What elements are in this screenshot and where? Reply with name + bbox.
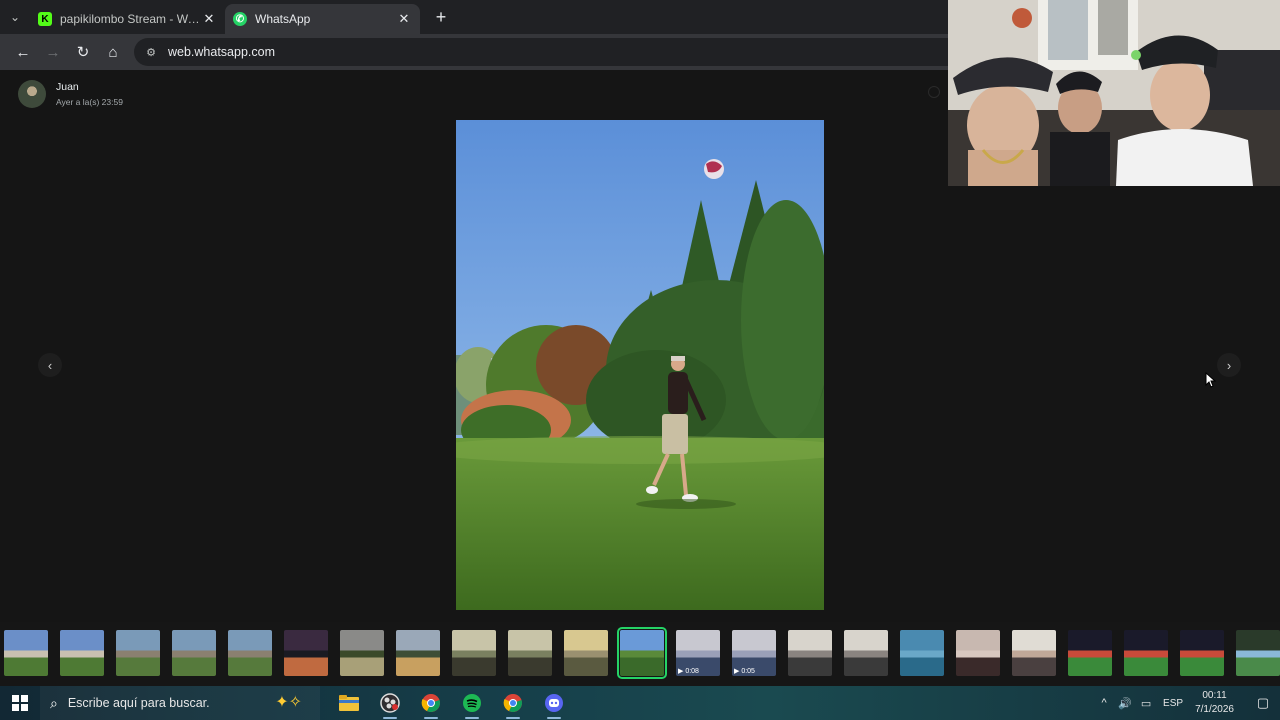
spotify-icon[interactable] bbox=[451, 686, 492, 720]
tab-kick[interactable]: K papikilombo Stream - Watch Li ✕ bbox=[30, 4, 225, 34]
chevron-up-icon[interactable]: ^ bbox=[1094, 697, 1114, 709]
tab-title: WhatsApp bbox=[255, 12, 311, 26]
discord-icon[interactable] bbox=[533, 686, 574, 720]
photo-thumbnail[interactable] bbox=[1180, 630, 1224, 676]
photo-thumbnail[interactable] bbox=[900, 630, 944, 676]
kick-icon: K bbox=[38, 12, 52, 26]
media-thumbnail-strip: ▶ 0:08 ▶ 0:05 bbox=[0, 622, 1280, 686]
video-thumbnail[interactable]: ▶ 0:05 bbox=[732, 630, 776, 676]
whatsapp-icon: ✆ bbox=[233, 12, 247, 26]
photo-thumbnail[interactable] bbox=[4, 630, 48, 676]
photo-thumbnail[interactable] bbox=[284, 630, 328, 676]
clock[interactable]: 00:11 7/1/2026 bbox=[1195, 689, 1234, 717]
forward-icon[interactable]: → bbox=[38, 37, 68, 67]
photo-thumbnail[interactable] bbox=[956, 630, 1000, 676]
media-photo bbox=[456, 120, 824, 610]
clock-date: 7/1/2026 bbox=[1195, 704, 1234, 715]
tab-whatsapp[interactable]: ✆ WhatsApp ✕ bbox=[225, 4, 420, 34]
video-duration: ▶ 0:08 bbox=[678, 668, 699, 675]
search-icon: ⌕ bbox=[50, 694, 58, 711]
notification-icon[interactable]: ▢ bbox=[1246, 695, 1280, 711]
windows-taskbar: ⌕ Escribe aquí para buscar. ✦✧ ^ 🔊 ▭ ESP… bbox=[0, 686, 1280, 720]
new-tab-icon[interactable]: + bbox=[426, 7, 456, 28]
sparkle-icon: ✦✧ bbox=[275, 694, 302, 711]
battery-icon[interactable]: ▭ bbox=[1136, 697, 1156, 710]
taskbar-search-input[interactable]: ⌕ Escribe aquí para buscar. ✦✧ bbox=[40, 686, 320, 720]
message-timestamp: Ayer a la(s) 23:59 bbox=[56, 97, 123, 107]
browser-toolbar: ← → ↻ ⌂ ⚙ web.whatsapp.com bbox=[0, 34, 948, 70]
system-tray: ^ 🔊 ▭ ESP 00:11 7/1/2026 ▢ bbox=[1094, 686, 1280, 720]
volume-icon[interactable]: 🔊 bbox=[1115, 697, 1135, 710]
next-media-button[interactable]: › bbox=[1217, 353, 1241, 377]
close-tab-icon[interactable]: ✕ bbox=[201, 11, 217, 27]
photo-thumbnail[interactable] bbox=[228, 630, 272, 676]
photo-thumbnail[interactable] bbox=[788, 630, 832, 676]
photo-thumbnail[interactable] bbox=[1124, 630, 1168, 676]
site-settings-icon[interactable]: ⚙ bbox=[144, 45, 158, 59]
video-duration: ▶ 0:05 bbox=[734, 668, 755, 675]
photo-thumbnail[interactable] bbox=[1068, 630, 1112, 676]
photo-thumbnail[interactable] bbox=[60, 630, 104, 676]
obs-icon[interactable] bbox=[369, 686, 410, 720]
file-explorer-icon[interactable] bbox=[328, 686, 369, 720]
clock-time: 00:11 bbox=[1202, 690, 1227, 701]
tab-title: papikilombo Stream - Watch Li bbox=[60, 12, 201, 26]
chrome-icon[interactable] bbox=[410, 686, 451, 720]
close-tab-icon[interactable]: ✕ bbox=[396, 11, 412, 27]
reload-icon[interactable]: ↻ bbox=[68, 37, 98, 67]
photo-thumbnail[interactable] bbox=[1012, 630, 1056, 676]
search-placeholder: Escribe aquí para buscar. bbox=[67, 696, 210, 710]
search-icon[interactable] bbox=[928, 86, 940, 98]
language-indicator[interactable]: ESP bbox=[1163, 698, 1183, 709]
photo-thumbnail[interactable] bbox=[844, 630, 888, 676]
photo-thumbnail[interactable] bbox=[340, 630, 384, 676]
avatar[interactable] bbox=[18, 80, 46, 108]
previous-media-button[interactable]: ‹ bbox=[38, 353, 62, 377]
url-text: web.whatsapp.com bbox=[168, 45, 276, 59]
photo-thumbnail[interactable] bbox=[172, 630, 216, 676]
tab-search-dropdown-icon[interactable]: ⌄ bbox=[0, 2, 30, 32]
browser-tabbar: ⌄ K papikilombo Stream - Watch Li ✕ ✆ Wh… bbox=[0, 0, 948, 34]
viewer-header[interactable]: Juan Ayer a la(s) 23:59 bbox=[18, 80, 123, 108]
windows-start-icon[interactable] bbox=[0, 686, 40, 720]
back-icon[interactable]: ← bbox=[8, 37, 38, 67]
chrome-icon[interactable] bbox=[492, 686, 533, 720]
address-bar[interactable]: ⚙ web.whatsapp.com bbox=[134, 38, 948, 66]
contact-name: Juan bbox=[56, 81, 79, 93]
photo-thumbnail[interactable] bbox=[508, 630, 552, 676]
mouse-cursor-icon bbox=[1205, 372, 1217, 388]
video-thumbnail[interactable]: ▶ 0:08 bbox=[676, 630, 720, 676]
photo-thumbnail[interactable] bbox=[617, 627, 667, 679]
photo-thumbnail[interactable] bbox=[396, 630, 440, 676]
photo-thumbnail[interactable] bbox=[452, 630, 496, 676]
photo-thumbnail[interactable] bbox=[1236, 630, 1280, 676]
home-icon[interactable]: ⌂ bbox=[98, 37, 128, 67]
webcam-overlay bbox=[948, 0, 1280, 186]
photo-thumbnail[interactable] bbox=[116, 630, 160, 676]
photo-thumbnail[interactable] bbox=[564, 630, 608, 676]
